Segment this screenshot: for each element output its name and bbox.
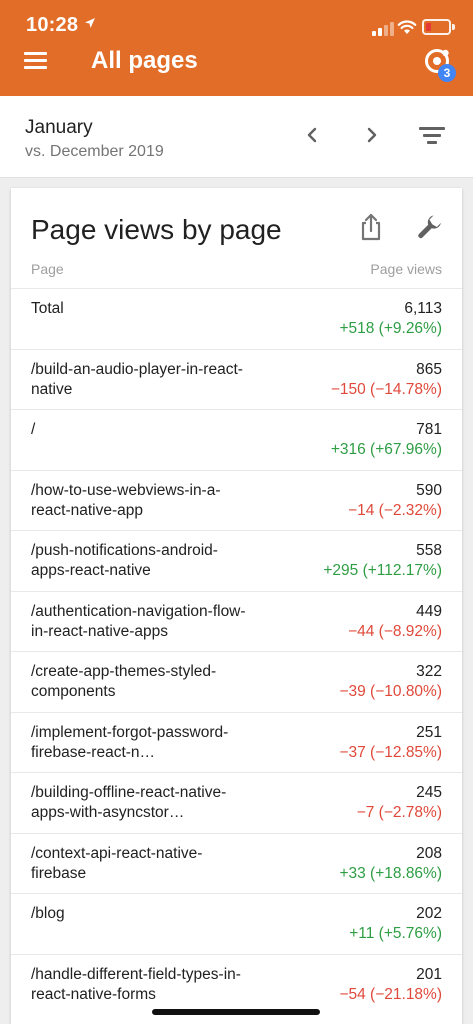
row-page-path: /blog xyxy=(31,905,65,922)
row-change: +518 (+9.26%) xyxy=(339,320,442,337)
date-range-comparison: vs. December 2019 xyxy=(25,143,164,160)
row-change: −39 (−10.80%) xyxy=(339,683,442,700)
share-icon[interactable] xyxy=(357,212,385,242)
page-title: All pages xyxy=(91,47,198,74)
row-page-views: 251 xyxy=(416,723,442,741)
battery-icon xyxy=(422,19,451,35)
table-row[interactable]: Total 6,113 +518 (+9.26%) xyxy=(11,288,462,349)
chevron-left-icon[interactable] xyxy=(300,123,324,147)
row-page-views: 245 xyxy=(416,784,442,801)
row-change: −7 (−2.78%) xyxy=(356,804,442,821)
row-page-path: /implement-forgot-password-firebase-reac… xyxy=(31,723,229,761)
signal-icon xyxy=(372,22,394,36)
row-change: −150 (−14.78%) xyxy=(330,380,442,398)
row-page-views: 558 xyxy=(416,542,442,559)
table-row[interactable]: /how-to-use-webviews-in-a-react-native-a… xyxy=(11,469,462,531)
row-change: −54 (−21.18%) xyxy=(339,985,442,1003)
row-change: +11 (+5.76%) xyxy=(349,925,442,942)
home-indicator[interactable] xyxy=(152,1009,320,1015)
table-row[interactable]: /push-notifications-android-apps-react-n… xyxy=(11,530,462,591)
row-change: +33 (+18.86%) xyxy=(339,864,442,882)
row-page-views: 449 xyxy=(416,602,442,620)
filter-icon[interactable] xyxy=(419,125,445,145)
menu-icon[interactable] xyxy=(24,52,48,70)
table-row[interactable]: /create-app-themes-styled-components 322 −… xyxy=(11,651,462,712)
status-bar: 10:28 xyxy=(0,0,473,52)
table-row[interactable]: /handle-different-field-types-in-react-n… xyxy=(11,953,462,1015)
row-page-views: 201 xyxy=(416,965,442,983)
row-page-views: 6,113 xyxy=(404,300,442,317)
table-row[interactable]: / 781 +316 (+67.96%) xyxy=(11,409,462,470)
row-page-path: /handle-different-field-types-in-react-n… xyxy=(31,965,241,1003)
row-change: −14 (−2.32%) xyxy=(348,501,442,519)
table-row[interactable]: /build-an-audio-player-in-react-native 86… xyxy=(11,348,462,410)
row-page-views: 781 xyxy=(416,421,442,438)
row-page-path: /building-offline-react-native-apps-with… xyxy=(31,784,227,821)
row-page-views: 865 xyxy=(416,360,442,378)
row-page-path: / xyxy=(31,421,36,438)
row-change: −44 (−8.92%) xyxy=(348,622,442,640)
page-views-table: Total 6,113 +518 (+9.26%) /build-an-audio-p… xyxy=(11,288,462,1014)
wifi-icon xyxy=(397,20,417,34)
row-page-views: 208 xyxy=(416,844,442,862)
row-page-path: /create-app-themes-styled-components xyxy=(31,663,217,700)
table-row[interactable]: /implement-forgot-password-firebase-reac… xyxy=(11,711,462,773)
row-page-views: 202 xyxy=(416,905,442,922)
column-header-page-views: Page views xyxy=(370,261,442,277)
row-page-path: /push-notifications-android-apps-react-n… xyxy=(31,542,218,579)
row-change: +316 (+67.96%) xyxy=(330,441,442,458)
row-page-path: Total xyxy=(31,300,64,317)
wrench-icon[interactable] xyxy=(415,212,445,242)
row-change: −37 (−12.85%) xyxy=(339,743,442,761)
app-bar: 10:28 All pages 3 xyxy=(0,0,473,96)
chevron-right-icon[interactable] xyxy=(360,123,384,147)
table-row[interactable]: /building-offline-react-native-apps-with… xyxy=(11,772,462,833)
date-range-month: January xyxy=(25,117,93,138)
row-page-views: 322 xyxy=(416,663,442,680)
notification-badge: 3 xyxy=(438,64,456,82)
row-page-path: /context-api-react-native-firebase xyxy=(31,844,203,882)
battery-nub xyxy=(452,24,455,30)
row-change: +295 (+112.17%) xyxy=(323,562,442,579)
table-row[interactable]: /authentication-navigation-flow-in-react… xyxy=(11,590,462,652)
row-page-path: /build-an-audio-player-in-react-native xyxy=(31,360,243,398)
row-page-path: /how-to-use-webviews-in-a-react-native-a… xyxy=(31,481,221,519)
row-page-views: 590 xyxy=(416,481,442,499)
location-arrow-icon xyxy=(85,18,95,28)
row-page-path: /authentication-navigation-flow-in-react… xyxy=(31,602,246,640)
table-row[interactable]: /blog 202 +11 (+5.76%) xyxy=(11,893,462,954)
date-range-bar: January vs. December 2019 xyxy=(0,96,473,178)
table-row[interactable]: /context-api-react-native-firebase 208 +33… xyxy=(11,832,462,894)
page-views-card: Page views by page Page Page views Total… xyxy=(11,188,462,1024)
status-time: 10:28 xyxy=(26,14,79,36)
card-title: Page views by page xyxy=(31,214,282,245)
column-header-page: Page xyxy=(31,261,64,277)
